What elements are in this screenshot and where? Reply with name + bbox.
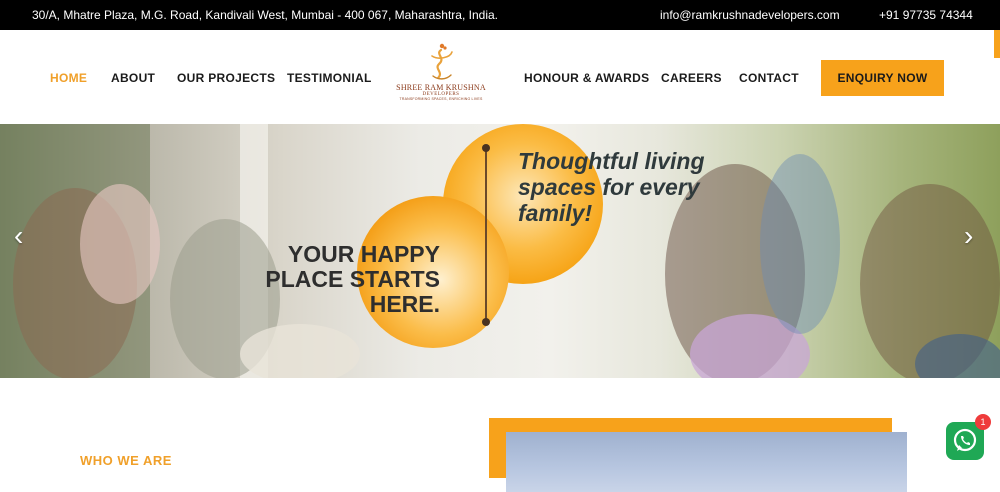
top-info-bar: 30/A, Mhatre Plaza, M.G. Road, Kandivali… [0,0,1000,30]
section-photo [506,432,907,492]
about-section: WHO WE ARE [0,378,1000,492]
hero-banner: ‹ › YOUR HAPPY PLACE STARTS HERE. Though… [0,124,1000,378]
hero-right-line: family! [518,200,593,226]
hero-left-line: YOUR HAPPY [287,241,440,267]
nav-honour-awards[interactable]: HONOUR & AWARDS [524,71,649,85]
hero-headline-right: Thoughtful living spaces for every famil… [518,148,718,226]
brand-logo[interactable]: SHREE RAM KRUSHNA DEVELOPERS TRANSFORMIN… [393,42,489,120]
enquiry-now-button[interactable]: ENQUIRY NOW [821,60,944,96]
logo-name: SHREE RAM KRUSHNA [396,83,486,92]
hero-right-line: Thoughtful living [518,148,705,174]
nav-home[interactable]: HOME [50,71,87,85]
hero-divider [485,148,487,320]
hero-right-line: spaces for every [518,174,700,200]
notification-badge: 1 [975,414,991,430]
logo-tagline: TRANSFORMING SPACES, ENRICHING LIVES [399,97,483,101]
edge-accent [994,30,1000,58]
divider-dot [482,144,490,152]
chevron-left-icon[interactable]: ‹ [14,220,23,252]
divider-dot [482,318,490,326]
hero-left-line: PLACE STARTS [265,266,440,292]
section-title: WHO WE ARE [80,453,172,468]
nav-contact[interactable]: CONTACT [739,71,799,85]
logo-figure-icon [431,43,453,80]
nav-testimonial[interactable]: TESTIMONIAL [287,71,372,85]
nav-careers[interactable]: CAREERS [661,71,722,85]
main-header: HOME ABOUT OUR PROJECTS TESTIMONIAL SHRE… [0,30,1000,124]
hero-left-line: HERE. [369,291,440,317]
address-text: 30/A, Mhatre Plaza, M.G. Road, Kandivali… [32,8,499,22]
phone-link[interactable]: +91 97735 74344 [879,8,973,22]
chevron-right-icon[interactable]: › [964,220,973,252]
nav-about[interactable]: ABOUT [111,71,155,85]
whatsapp-icon [953,428,977,452]
email-link[interactable]: info@ramkrushnadevelopers.com [660,8,840,22]
nav-our-projects[interactable]: OUR PROJECTS [177,71,275,85]
hero-headline-left: YOUR HAPPY PLACE STARTS HERE. [262,242,440,317]
hero-illustration [0,124,1000,378]
